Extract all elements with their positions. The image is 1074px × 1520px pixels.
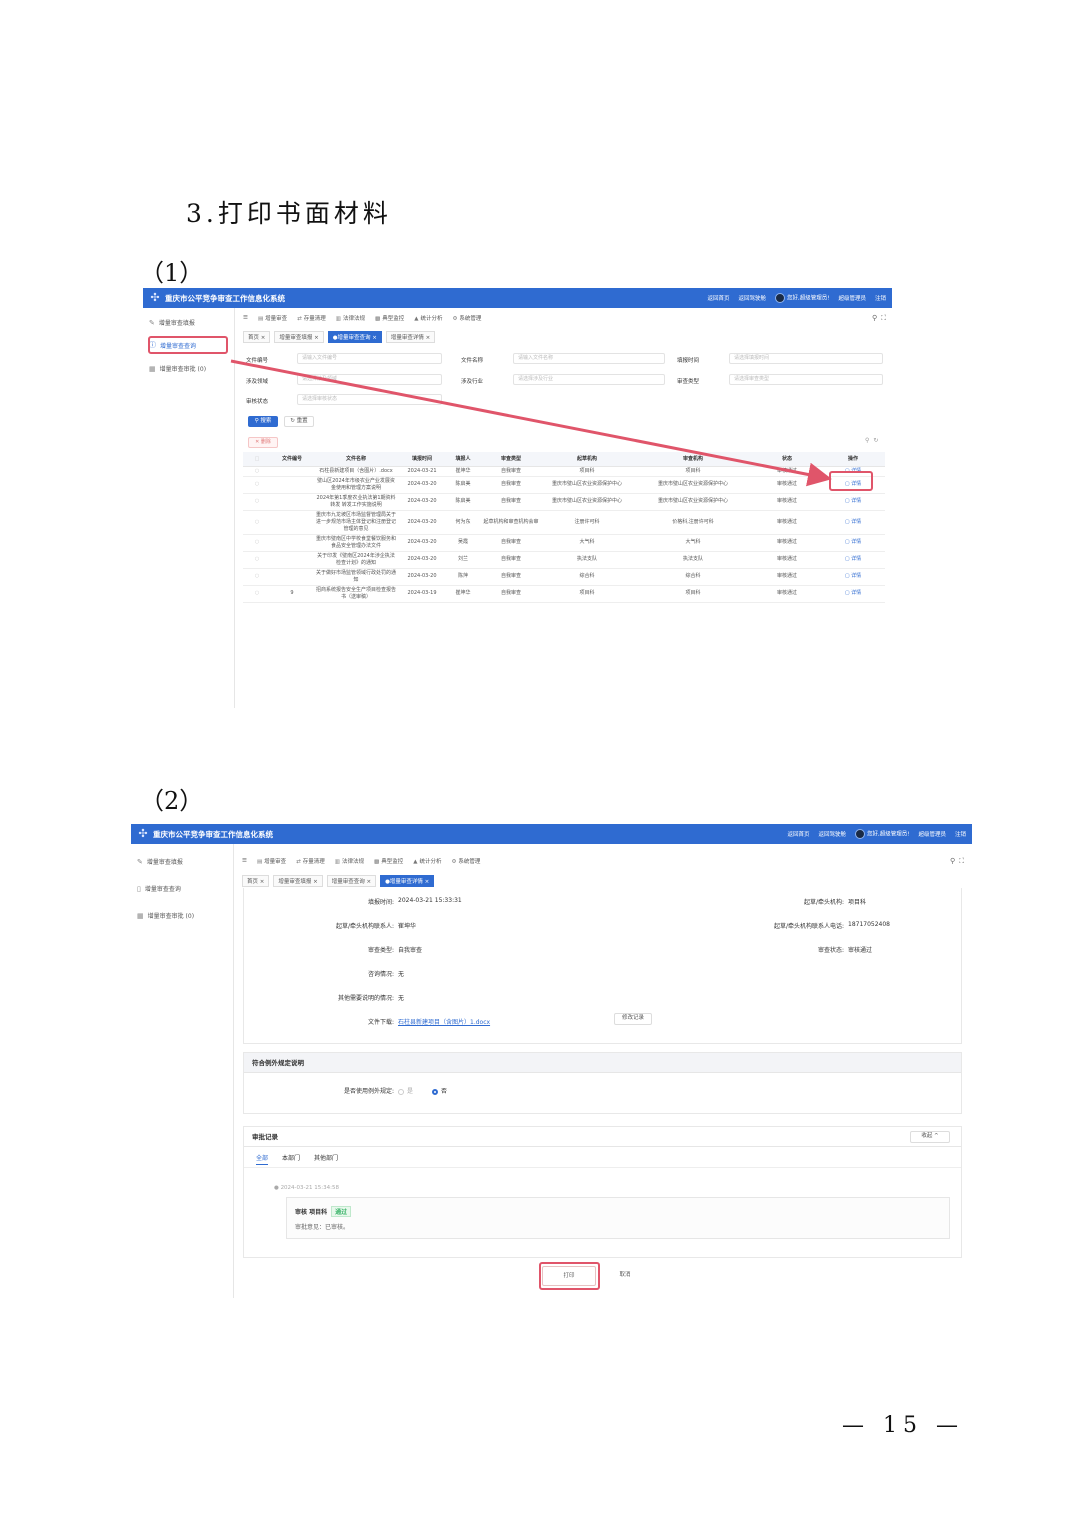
fullscreen-icon[interactable]: ⛶ <box>959 857 968 865</box>
exception-title: 符合例外规定说明 <box>244 1053 961 1073</box>
exception-question: 是否使用例外规定: <box>343 1088 394 1095</box>
page-tabs: 首页 × 增量审查填报 × 增量审查查询 × ●增量审查详情 × <box>242 874 435 887</box>
radio-checked-icon <box>432 1088 438 1095</box>
opinion-value: 无 <box>398 971 405 978</box>
pass-badge: 通过 <box>331 1206 352 1217</box>
report-time-value: 2024-03-21 15:33:31 <box>398 897 462 904</box>
exception-option-no[interactable]: 否 <box>432 1086 447 1095</box>
tab-home[interactable]: 首页 × <box>242 874 270 887</box>
other-label: 其他需要说明的情况: <box>337 995 394 1002</box>
menu-toggle-icon[interactable]: ☰ <box>242 858 247 864</box>
contact-phone-label: 起草/牵头机构联系人电话: <box>773 923 844 930</box>
user-greeting: 您好,超级管理员! <box>855 829 909 839</box>
screenshot-detail: ✣ 重庆市公平竞争审查工作信息化系统 返回首页 返回驾驶舱 您好,超级管理员! … <box>131 824 972 1298</box>
system-title: 重庆市公平竞争审查工作信息化系统 <box>153 829 273 839</box>
tab-detail[interactable]: ●增量审查详情 × <box>380 874 435 887</box>
page-number: — 15 — <box>842 1413 964 1438</box>
review-type-value: 自我审查 <box>398 947 423 954</box>
step-label-2: （2） <box>140 787 204 815</box>
cockpit-link[interactable]: 返回驾驶舱 <box>818 830 846 838</box>
tab-other-dept[interactable]: 其他部门 <box>314 1153 338 1165</box>
drafter-org-value: 项目科 <box>848 899 867 906</box>
approval-reviewer: 审核 项目科 通过 <box>295 1206 352 1217</box>
cancel-button[interactable]: 取消 <box>606 1268 644 1284</box>
menu-item-incremental[interactable]: ▤ 增量审查 <box>257 857 286 865</box>
screenshot-query-list: ✣ 重庆市公平竞争审查工作信息化系统 返回首页 返回驾驶舱 您好,超级管理员! … <box>143 288 892 708</box>
sidebar: ✎ 增量审查填报 ▯ 增量审查查询 ▦ 增量审查审批 (0) <box>131 844 234 1298</box>
contact-value: 崔坤华 <box>398 923 417 930</box>
menu-item-system[interactable]: ⚙ 系统管理 <box>451 857 480 865</box>
contact-phone-value: 18717052408 <box>848 921 890 928</box>
tab-query[interactable]: 增量审查查询 × <box>326 874 377 887</box>
sidebar-item-approve[interactable]: ▦ 增量审查审批 (0) <box>137 911 194 921</box>
file-download-link[interactable]: 石柱县新建项目（含图片）1.docx <box>398 1017 490 1026</box>
approval-panel: 审批记录 收起 ^ 全部 本部门 其他部门 ● 2024-03-21 15:34… <box>243 1126 962 1258</box>
highlight-print-button <box>539 1262 600 1290</box>
detail-panel: 填报时间: 2024-03-21 15:33:31 起草/牵头机构: 项目科 起… <box>243 888 962 1044</box>
system-logo-icon: ✣ <box>138 827 148 840</box>
file-label: 文件下载: <box>367 1019 394 1026</box>
edit-icon: ✎ <box>137 857 143 866</box>
sidebar-item-fill[interactable]: ✎ 增量审查填报 <box>137 857 183 867</box>
tab-own-dept[interactable]: 本部门 <box>282 1153 300 1165</box>
approval-title: 审批记录 <box>244 1127 961 1147</box>
exception-option-yes[interactable]: 是 <box>398 1086 413 1095</box>
approval-time: ● 2024-03-21 15:34:58 <box>274 1185 339 1191</box>
logout-link[interactable]: 注销 <box>955 830 966 838</box>
avatar <box>855 829 865 839</box>
menu-item-law[interactable]: ▥ 法律法规 <box>335 857 364 865</box>
review-status-label: 审查状态: <box>817 947 844 954</box>
exception-panel: 符合例外规定说明 是否使用例外规定: 是 否 <box>243 1052 962 1114</box>
opinion-label: 咨询情况: <box>367 971 394 978</box>
step-label-1: （1） <box>140 259 204 287</box>
guide-arrow <box>230 359 832 487</box>
history-button[interactable]: 修改记录 <box>614 1013 652 1025</box>
radio-icon <box>398 1088 404 1095</box>
menu-item-stats[interactable]: ▲ 统计分析 <box>413 857 441 865</box>
system-topbar: ✣ 重庆市公平竞争审查工作信息化系统 返回首页 返回驾驶舱 您好,超级管理员! … <box>131 824 972 844</box>
tab-all[interactable]: 全部 <box>256 1153 269 1165</box>
document-icon: ▦ <box>137 911 144 920</box>
main-menu: ☰ ▤ 增量审查 ⇄ 存量清理 ▥ 法律法规 ▩ 典型监控 ▲ 统计分析 ⚙ 系统管理 <box>242 855 480 867</box>
sidebar-item-query[interactable]: ▯ 增量审查查询 <box>137 884 181 894</box>
collapse-button[interactable]: 收起 ^ <box>910 1131 950 1143</box>
toolbar-icons: ⚲⛶ <box>950 857 968 866</box>
review-type-label: 审查类型: <box>367 947 394 954</box>
home-link[interactable]: 返回首页 <box>787 830 809 838</box>
menu-item-stock[interactable]: ⇄ 存量清理 <box>296 857 325 865</box>
doc-heading: 3.打印书面材料 <box>186 199 392 228</box>
book-icon: ▯ <box>137 884 141 893</box>
menu-item-monitor[interactable]: ▩ 典型监控 <box>374 857 403 865</box>
review-status-value: 审核通过 <box>848 947 873 954</box>
search-icon[interactable]: ⚲ <box>950 857 959 865</box>
other-value: 无 <box>398 995 405 1002</box>
report-time-label: 填报时间: <box>367 899 394 906</box>
tab-fill[interactable]: 增量审查填报 × <box>273 874 323 887</box>
approval-tabs: 全部 本部门 其他部门 <box>256 1153 338 1165</box>
contact-label: 起草/牵头机构联系人: <box>335 923 394 930</box>
drafter-org-label: 起草/牵头机构: <box>803 899 844 906</box>
role-link[interactable]: 超级管理员 <box>918 830 946 838</box>
approval-record: 审核 项目科 通过 审批意见：已审核。 <box>286 1197 950 1239</box>
approval-comment: 审批意见：已审核。 <box>295 1224 350 1231</box>
